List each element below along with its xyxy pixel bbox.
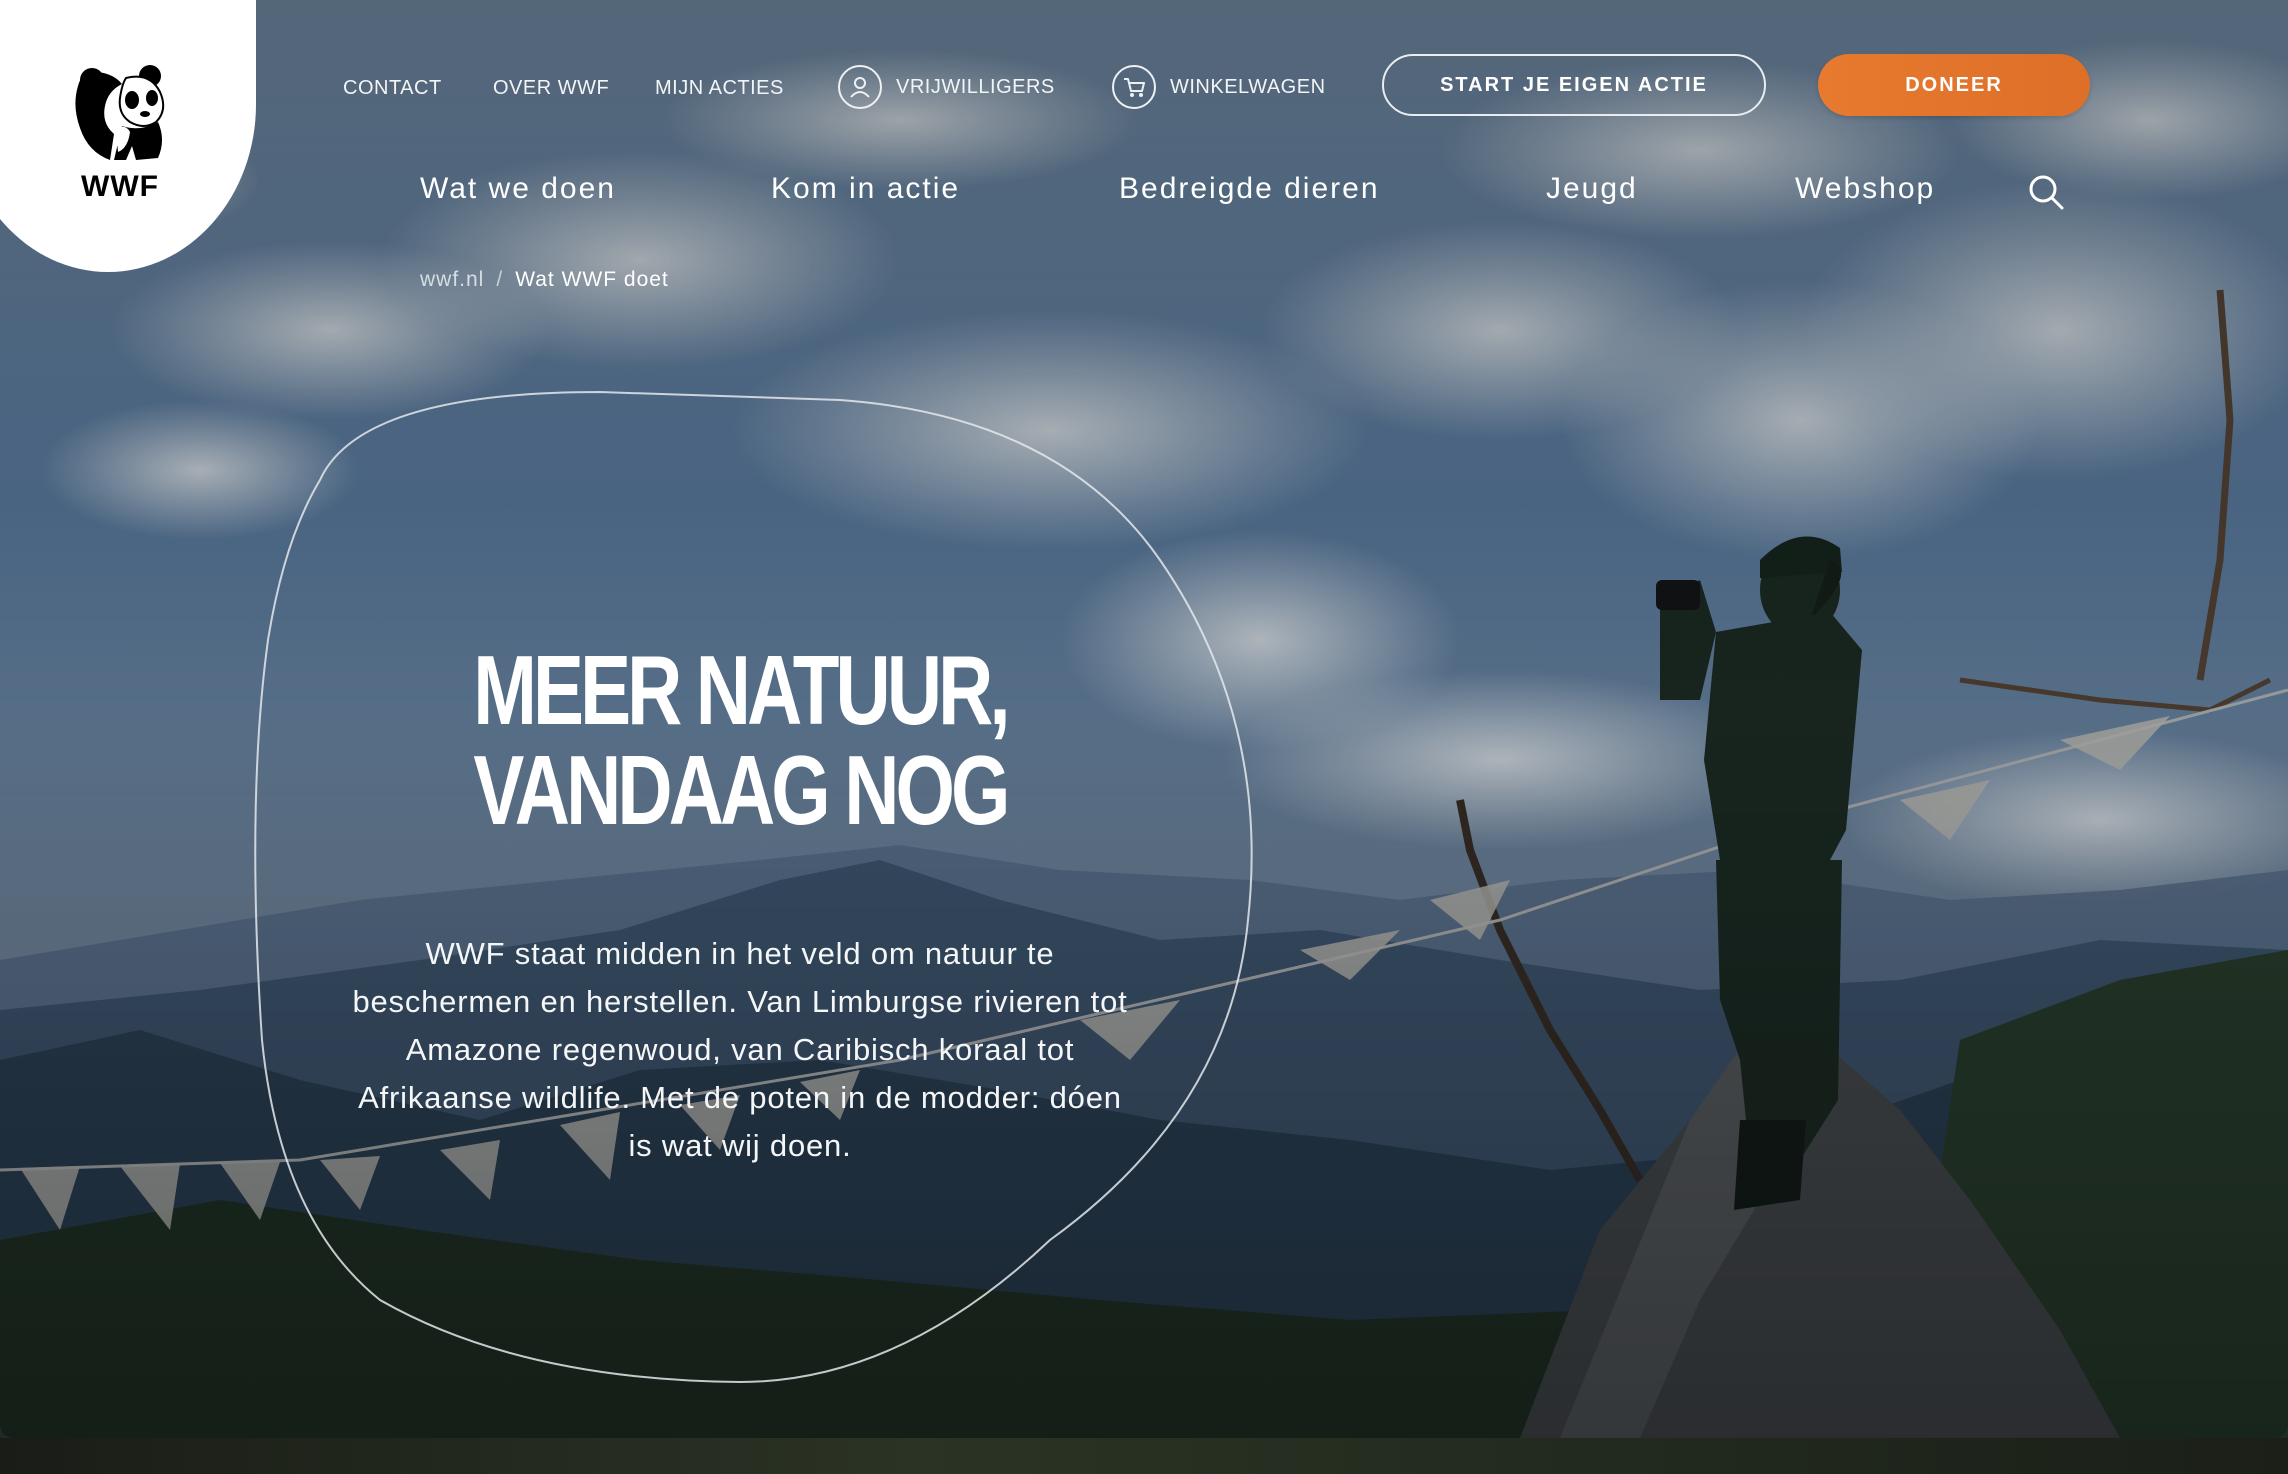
hero-section	[0, 0, 2288, 1438]
cart-link[interactable]: WINKELWAGEN	[1112, 62, 1326, 112]
headline-line-2: VANDAAG NOG	[473, 735, 1010, 845]
nav-item-kom-in-actie[interactable]: Kom in actie	[771, 172, 960, 206]
cart-label: WINKELWAGEN	[1170, 75, 1326, 98]
nav-item-bedreigde-dieren[interactable]: Bedreigde dieren	[1119, 172, 1380, 206]
cart-icon	[1112, 65, 1156, 109]
volunteers-link[interactable]: VRIJWILLIGERS	[838, 62, 1055, 112]
nav-item-jeugd[interactable]: Jeugd	[1546, 172, 1638, 206]
contact-link[interactable]: CONTACT	[343, 76, 442, 100]
volunteers-label: VRIJWILLIGERS	[896, 75, 1055, 98]
my-actions-link[interactable]: MIJN ACTIES	[655, 76, 784, 100]
headline-line-1: MEER NATUUR,	[473, 635, 1010, 745]
wwf-logo[interactable]: WWF	[70, 62, 170, 203]
panda-logo-icon	[75, 65, 165, 160]
hero-body-text: WWF staat midden in het veld om natuur t…	[352, 936, 1128, 1163]
search-icon[interactable]	[2026, 172, 2066, 212]
page: WWF CONTACT OVER WWF MIJN ACTIES VRIJWIL…	[0, 0, 2288, 1474]
start-own-action-button[interactable]: START JE EIGEN ACTIE	[1382, 54, 1766, 116]
breadcrumb-home[interactable]: wwf.nl	[420, 268, 484, 291]
bottom-strip	[0, 1438, 2288, 1474]
nav-item-webshop[interactable]: Webshop	[1795, 172, 1935, 206]
breadcrumb-current: Wat WWF doet	[515, 268, 669, 291]
breadcrumb-separator: /	[496, 268, 504, 291]
logo-text: WWF	[81, 170, 159, 203]
nav-item-wat-we-doen[interactable]: Wat we doen	[420, 172, 616, 206]
breadcrumb: wwf.nl / Wat WWF doet	[420, 268, 669, 292]
donate-button[interactable]: DONEER	[1818, 54, 2090, 116]
user-icon	[838, 65, 882, 109]
about-wwf-link[interactable]: OVER WWF	[493, 76, 609, 100]
hero-background-image	[0, 0, 2288, 1438]
hero-headline: MEER NATUUR, VANDAAG NOG	[420, 640, 1060, 840]
